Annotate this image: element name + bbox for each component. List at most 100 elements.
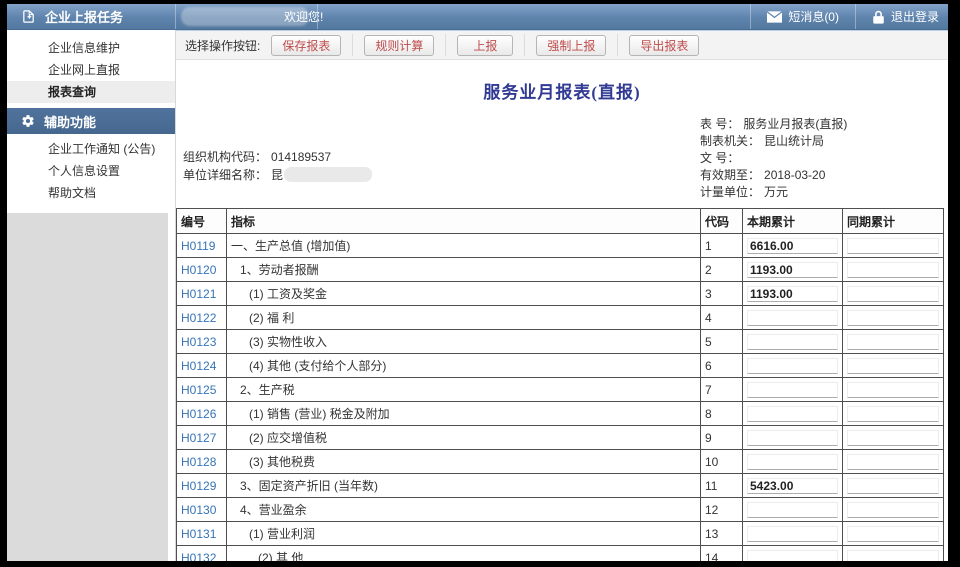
same-period-input[interactable]: [847, 382, 939, 398]
current-period-input[interactable]: [747, 262, 838, 278]
table-row: H0127(2) 应交增值税9: [177, 426, 944, 450]
row-code-link[interactable]: H0124: [181, 359, 216, 373]
export-report-button[interactable]: 导出报表: [629, 35, 699, 56]
current-period-input[interactable]: [747, 430, 838, 446]
row-seq-cell: 9: [701, 426, 743, 450]
row-indicator-cell: (2) 其 他: [227, 546, 701, 562]
meta-unit-name: 单位详细名称：昆: [183, 166, 372, 184]
same-period-input[interactable]: [847, 502, 939, 518]
row-code-link[interactable]: H0123: [181, 335, 216, 349]
sidebar: 企业信息维护企业网上直报报表查询 辅助功能 企业工作通知 (公告)个人信息设置帮…: [7, 30, 176, 561]
row-indicator-cell: (3) 实物性收入: [227, 330, 701, 354]
same-period-input[interactable]: [847, 358, 939, 374]
col-header-seq: 代码: [701, 209, 743, 234]
table-row: H0122(2) 福 利4: [177, 306, 944, 330]
row-code-link[interactable]: H0132: [181, 551, 216, 562]
meta-label: 组织机构代码：: [183, 150, 267, 164]
app-title: 企业上报任务: [45, 7, 123, 26]
current-period-input[interactable]: [747, 550, 838, 562]
submit-button[interactable]: 上报: [457, 35, 513, 56]
row-code-link[interactable]: H0126: [181, 407, 216, 421]
app-window: 企业上报任务 欢迎您! 短消息(0): [7, 4, 948, 561]
row-indicator-cell: (1) 营业利润: [227, 522, 701, 546]
row-prior-cell: [843, 474, 944, 498]
current-period-input[interactable]: [747, 238, 838, 254]
force-submit-button[interactable]: 强制上报: [536, 35, 606, 56]
current-period-input[interactable]: [747, 406, 838, 422]
row-prior-cell: [843, 354, 944, 378]
row-code-cell: H0129: [177, 474, 227, 498]
col-header-code: 编号: [177, 209, 227, 234]
row-code-link[interactable]: H0128: [181, 455, 216, 469]
table-row: H0123(3) 实物性收入5: [177, 330, 944, 354]
messages-button[interactable]: 短消息(0): [750, 4, 855, 29]
same-period-input[interactable]: [847, 478, 939, 494]
table-row: H0121(1) 工资及奖金3: [177, 282, 944, 306]
sidebar-item[interactable]: 企业信息维护: [7, 37, 175, 59]
row-current-cell: [743, 426, 843, 450]
same-period-input[interactable]: [847, 286, 939, 302]
sidebar-item[interactable]: 报表查询: [7, 81, 175, 103]
current-period-input[interactable]: [747, 478, 838, 494]
sidebar-item[interactable]: 个人信息设置: [7, 160, 175, 182]
top-bar-main: 欢迎您! 短消息(0): [176, 4, 948, 29]
same-period-input[interactable]: [847, 262, 939, 278]
sidebar-item[interactable]: 企业网上直报: [7, 59, 175, 81]
current-period-input[interactable]: [747, 334, 838, 350]
row-code-link[interactable]: H0122: [181, 311, 216, 325]
row-current-cell: [743, 378, 843, 402]
row-prior-cell: [843, 426, 944, 450]
meta-value: 昆: [271, 168, 283, 182]
rule-calculate-button[interactable]: 规则计算: [364, 35, 434, 56]
row-code-cell: H0128: [177, 450, 227, 474]
row-current-cell: [743, 402, 843, 426]
table-row: H0132 (2) 其 他14: [177, 546, 944, 562]
meta-label: 表 号：: [700, 117, 739, 131]
sidebar-item[interactable]: 企业工作通知 (公告): [7, 138, 175, 160]
row-code-link[interactable]: H0121: [181, 287, 216, 301]
sidebar-item[interactable]: 帮助文档: [7, 182, 175, 204]
current-period-input[interactable]: [747, 526, 838, 542]
row-prior-cell: [843, 306, 944, 330]
current-period-input[interactable]: [747, 454, 838, 470]
current-period-input[interactable]: [747, 286, 838, 302]
lock-icon: [872, 10, 885, 24]
logout-button[interactable]: 退出登录: [855, 4, 948, 29]
row-code-link[interactable]: H0130: [181, 503, 216, 517]
row-indicator-cell: (1) 工资及奖金: [227, 282, 701, 306]
same-period-input[interactable]: [847, 406, 939, 422]
row-code-link[interactable]: H0127: [181, 431, 216, 445]
meta-doc-no: 文 号：: [700, 150, 847, 167]
row-code-link[interactable]: H0125: [181, 383, 216, 397]
row-code-link[interactable]: H0120: [181, 263, 216, 277]
row-code-cell: H0119: [177, 234, 227, 258]
current-period-input[interactable]: [747, 310, 838, 326]
meta-table-no: 表 号：服务业月报表(直报): [700, 116, 847, 133]
same-period-input[interactable]: [847, 238, 939, 254]
same-period-input[interactable]: [847, 526, 939, 542]
row-seq-cell: 14: [701, 546, 743, 562]
same-period-input[interactable]: [847, 430, 939, 446]
row-seq-cell: 6: [701, 354, 743, 378]
row-current-cell: [743, 474, 843, 498]
row-code-link[interactable]: H0119: [181, 239, 215, 253]
row-code-cell: H0124: [177, 354, 227, 378]
current-period-input[interactable]: [747, 382, 838, 398]
row-prior-cell: [843, 522, 944, 546]
col-header-same-period: 同期累计: [843, 209, 944, 234]
row-prior-cell: [843, 450, 944, 474]
current-period-input[interactable]: [747, 358, 838, 374]
same-period-input[interactable]: [847, 454, 939, 470]
same-period-input[interactable]: [847, 310, 939, 326]
same-period-input[interactable]: [847, 334, 939, 350]
meta-value: 2018-03-20: [764, 168, 825, 182]
row-code-link[interactable]: H0131: [181, 527, 216, 541]
save-report-button[interactable]: 保存报表: [271, 35, 341, 56]
row-code-link[interactable]: H0129: [181, 479, 216, 493]
same-period-input[interactable]: [847, 550, 939, 562]
current-period-input[interactable]: [747, 502, 838, 518]
row-seq-cell: 11: [701, 474, 743, 498]
row-seq-cell: 8: [701, 402, 743, 426]
top-bar-divider: [317, 4, 318, 29]
row-prior-cell: [843, 402, 944, 426]
